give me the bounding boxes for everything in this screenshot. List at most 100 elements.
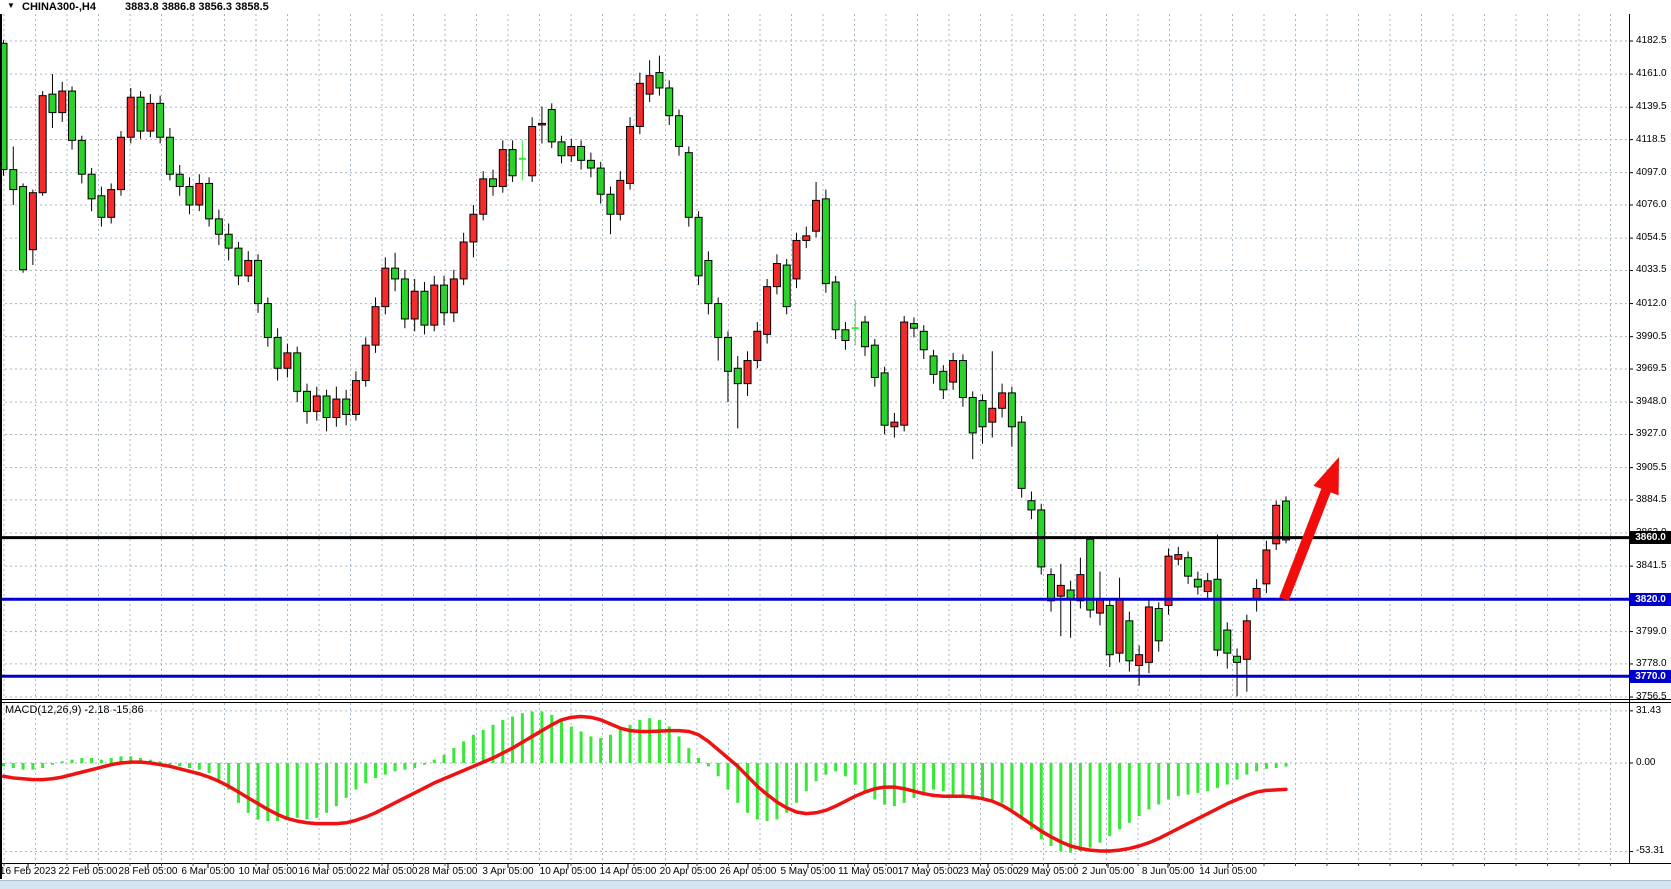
bull-candle [1096, 599, 1103, 613]
price-tick-label: 4182.5 [1636, 35, 1671, 47]
chart-title-bar: ▼ CHINA300-,H4 3883.8 3886.8 3856.3 3858… [0, 0, 1671, 14]
bear-candle [88, 174, 95, 199]
macd-histogram-bar [1069, 763, 1072, 853]
macd-histogram-bar [883, 763, 886, 805]
macd-histogram-bar [697, 758, 700, 763]
macd-histogram-bar [824, 763, 827, 775]
macd-histogram-bar [443, 755, 446, 763]
macd-histogram-bar [550, 715, 553, 763]
macd-histogram-bar [266, 763, 269, 821]
bull-candle [1145, 607, 1152, 662]
macd-histogram-bar [961, 763, 964, 798]
bottom-scroll-strip[interactable] [0, 880, 1671, 889]
bull-candle [460, 242, 467, 279]
macd-histogram-bar [364, 763, 367, 783]
macd-histogram-bar [834, 763, 837, 771]
macd-histogram-bar [971, 763, 974, 800]
macd-histogram-bar [1177, 763, 1180, 796]
macd-histogram-bar [110, 758, 113, 763]
bear-candle [421, 291, 428, 325]
macd-histogram-bar [296, 763, 299, 818]
bear-candle [724, 337, 731, 371]
bull-candle [617, 180, 624, 214]
macd-histogram-bar [1108, 763, 1111, 836]
bull-candle [1116, 599, 1123, 653]
macd-histogram-bar [12, 763, 15, 768]
price-tick-label: 4076.0 [1636, 199, 1671, 211]
bull-candle [773, 264, 780, 287]
macd-histogram-bar [952, 763, 955, 795]
macd-histogram-bar [1089, 763, 1092, 848]
macd-histogram-bar [1196, 763, 1199, 793]
bear-candle [734, 368, 741, 383]
bear-candle [225, 234, 232, 248]
macd-histogram-bar [580, 731, 583, 763]
bull-candle [470, 214, 477, 242]
macd-histogram-bar [384, 763, 387, 775]
bull-candle [1263, 550, 1270, 584]
macd-histogram-bar [452, 748, 455, 763]
bull-candle [999, 393, 1006, 408]
bear-candle [548, 110, 555, 142]
price-tick-label: 4118.5 [1636, 134, 1671, 146]
symbol-dropdown-icon[interactable]: ▼ [7, 1, 15, 10]
price-tick-label: 3905.5 [1636, 462, 1671, 474]
bear-candle [176, 174, 183, 186]
bull-candle [1204, 581, 1211, 592]
macd-histogram-bar [1118, 763, 1121, 829]
bear-candle [940, 371, 947, 389]
macd-histogram-bar [90, 758, 93, 763]
bear-candle [10, 170, 17, 190]
bear-candle [1155, 608, 1162, 640]
bull-candle [813, 200, 820, 231]
bear-candle [1214, 579, 1221, 650]
bear-candle [264, 304, 271, 338]
macd-histogram-bar [315, 763, 318, 818]
macd-histogram-bar [501, 720, 504, 763]
macd-values: -2.18 -15.86 [81, 704, 143, 716]
macd-histogram-bar [795, 763, 798, 803]
bull-candle [646, 76, 653, 94]
price-tick-label: 3990.5 [1636, 331, 1671, 343]
macd-histogram-bar [394, 763, 397, 771]
price-tick-label: 4033.5 [1636, 264, 1671, 276]
macd-histogram-bar [521, 713, 524, 763]
price-tick-label: 3969.5 [1636, 363, 1671, 375]
bear-candle [69, 91, 76, 140]
macd-histogram-bar [815, 763, 818, 781]
macd-histogram-bar [80, 758, 83, 763]
bear-candle [930, 356, 937, 374]
macd-histogram-bar [991, 763, 994, 800]
price-chart-canvas[interactable] [0, 0, 1671, 889]
bear-candle [98, 196, 105, 218]
bear-candle [1106, 605, 1113, 654]
macd-histogram-bar [472, 735, 475, 763]
macd-histogram-bar [71, 760, 74, 763]
macd-name: MACD(12,26,9) [5, 704, 81, 716]
bear-candle [832, 282, 839, 330]
bear-candle [78, 140, 85, 174]
bear-candle [255, 260, 262, 303]
axis-ticks [4, 41, 1633, 868]
macd-tick-label: -53.31 [1636, 845, 1671, 857]
bear-candle [490, 179, 497, 187]
macd-histogram-bar [638, 720, 641, 763]
macd-histogram-bar [345, 763, 348, 798]
macd-histogram-bar [1098, 763, 1101, 843]
bear-candle [676, 116, 683, 147]
bull-candle [891, 422, 898, 427]
macd-histogram-bar [726, 763, 729, 790]
macd-histogram-bar [609, 735, 612, 763]
grid-lines [0, 14, 1629, 863]
bear-candle [959, 361, 966, 398]
bull-candle [108, 190, 115, 218]
bull-candle [147, 103, 154, 131]
macd-histogram-bar [403, 763, 406, 770]
price-line-badge-3860.0: 3860.0 [1630, 531, 1671, 544]
bear-candle [862, 322, 869, 347]
macd-histogram-bar [903, 763, 906, 803]
bear-candle [1028, 501, 1035, 510]
bear-candle [206, 183, 213, 218]
bear-candle [323, 396, 330, 418]
macd-histogram-bar [41, 763, 44, 768]
